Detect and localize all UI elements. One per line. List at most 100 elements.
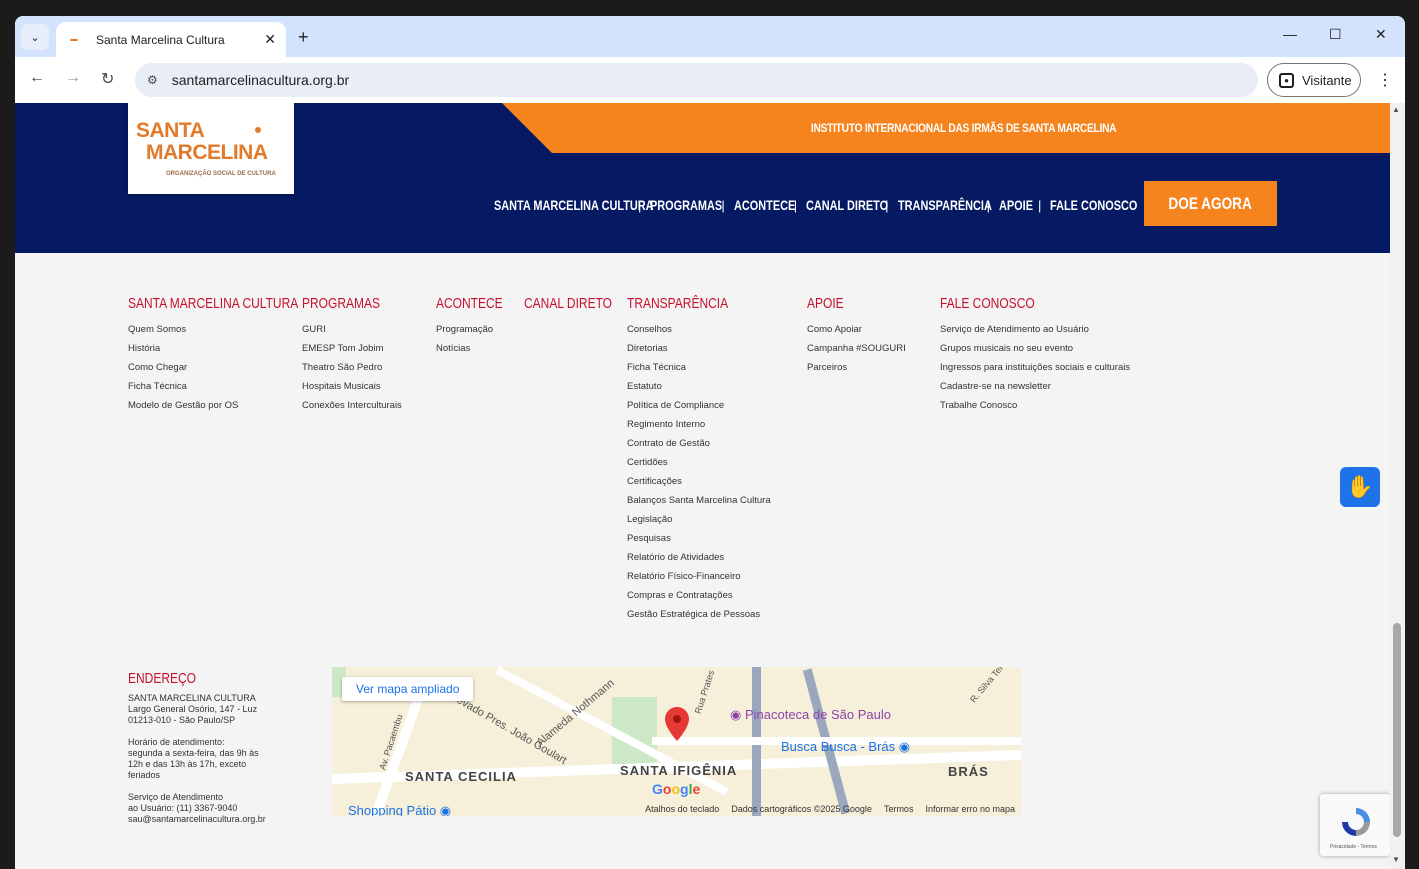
footer-link[interactable]: Ficha Técnica [627, 358, 771, 377]
map-terms-link[interactable]: Termos [884, 804, 914, 814]
scroll-down-icon[interactable]: ▼ [1392, 855, 1400, 864]
nav-fale-conosco[interactable]: FALE CONOSCO [1050, 197, 1137, 213]
footer-link[interactable]: Diretorias [627, 339, 771, 358]
hours-line: feriados [128, 770, 161, 780]
minimize-icon[interactable]: — [1283, 26, 1297, 42]
donate-button[interactable]: DOE AGORA [1144, 181, 1277, 226]
report-error-link[interactable]: Informar erro no mapa [925, 804, 1015, 814]
footer-link[interactable]: Hospitais Musicais [302, 377, 402, 396]
footer-link[interactable]: Parceiros [807, 358, 906, 377]
maximize-icon[interactable]: ☐ [1329, 26, 1342, 43]
nav-santa-marcelina-cultura[interactable]: SANTA MARCELINA CULTURA [494, 197, 654, 213]
footer-link[interactable]: Ingressos para instituições sociais e cu… [940, 358, 1130, 377]
map-poi-busca[interactable]: Busca Busca - Brás ◉ [781, 739, 910, 755]
footer-link[interactable]: Serviço de Atendimento ao Usuário [940, 320, 1130, 339]
footer-link[interactable]: GURI [302, 320, 402, 339]
tab-close-icon[interactable]: ✕ [264, 31, 276, 48]
new-tab-button[interactable]: + [298, 27, 309, 48]
footer-link[interactable]: Gestão Estratégica de Pessoas [627, 605, 771, 624]
map-copyright: Dados cartográficos ©2025 Google [731, 804, 872, 814]
nav-apoie[interactable]: APOIE [999, 197, 1033, 213]
footer-link[interactable]: Contrato de Gestão [627, 434, 771, 453]
sau-phone[interactable]: ao Usuário: (11) 3367-9040 [128, 803, 237, 813]
map-poi-shopping[interactable]: Shopping Pátio ◉ [348, 803, 451, 816]
footer-link[interactable]: Relatório de Atividades [627, 548, 771, 567]
logo-dot [255, 127, 261, 133]
scrollbar-thumb[interactable] [1393, 623, 1401, 837]
profile-icon: ● [1279, 72, 1294, 88]
footer-link[interactable]: Campanha #SOUGURI [807, 339, 906, 358]
main-nav: SANTA MARCELINA CULTURA | PROGRAMAS | AC… [494, 197, 1138, 213]
footer-link[interactable]: Relatório Físico-Financeiro [627, 567, 771, 586]
sau-email[interactable]: sau@santamarcelinacultura.org.br [128, 814, 266, 824]
footer-link[interactable]: Programação [436, 320, 519, 339]
footer-link[interactable]: EMESP Tom Jobim [302, 339, 402, 358]
poi-label: Shopping Pátio [348, 803, 437, 816]
recaptcha-badge[interactable]: Privacidade - Termos [1320, 794, 1390, 856]
footer-link[interactable]: Notícias [436, 339, 519, 358]
nav-transparencia[interactable]: TRANSPARÊNCIA [898, 197, 992, 213]
footer-link[interactable]: Theatro São Pedro [302, 358, 402, 377]
footer-link[interactable]: Trabalhe Conosco [940, 396, 1130, 415]
footer-link[interactable]: Conexões Interculturais [302, 396, 402, 415]
footer-col-title[interactable]: SANTA MARCELINA CULTURA [128, 295, 298, 313]
map-pin-icon[interactable] [665, 707, 689, 741]
tab-search-button[interactable]: ⌄ [21, 24, 49, 50]
address-bar[interactable]: ⚙ santamarcelinacultura.org.br [135, 63, 1258, 97]
footer-link[interactable]: Estatuto [627, 377, 771, 396]
keyboard-shortcuts-link[interactable]: Atalhos do teclado [645, 804, 719, 814]
poi-label: Pinacoteca de São Paulo [744, 707, 891, 722]
back-icon[interactable]: ← [29, 69, 45, 87]
recaptcha-text[interactable]: Privacidade - Termos [1330, 844, 1377, 850]
map-poi-pinacoteca[interactable]: ◉ Pinacoteca de São Paulo [730, 707, 891, 723]
recaptcha-icon [1342, 808, 1370, 836]
close-window-icon[interactable]: ✕ [1375, 26, 1387, 43]
footer-col-transparencia: TRANSPARÊNCIA Conselhos Diretorias Ficha… [627, 295, 771, 624]
site-logo[interactable]: SANTA MARCELINA ORGANIZAÇÃO SOCIAL DE CU… [128, 103, 294, 194]
footer-link[interactable]: Legislação [627, 510, 771, 529]
tab-title: Santa Marcelina Cultura [96, 32, 225, 47]
footer-col-title[interactable]: TRANSPARÊNCIA [627, 295, 742, 313]
footer-col-title[interactable]: CANAL DIRETO [524, 295, 612, 313]
footer-col-title[interactable]: ACONTECE [436, 295, 503, 313]
poi-label: Busca Busca - Brás [781, 739, 896, 754]
footer-link[interactable]: Política de Compliance [627, 396, 771, 415]
hours-line: segunda a sexta-feira, das 9h às [128, 748, 259, 758]
menu-kebab-icon[interactable]: ⋮ [1377, 70, 1393, 90]
site-info-icon[interactable]: ⚙ [147, 73, 158, 87]
footer-link[interactable]: Certificações [627, 472, 771, 491]
shopping-icon: ◉ [436, 803, 452, 816]
footer-link[interactable]: Cadastre-se na newsletter [940, 377, 1130, 396]
profile-button[interactable]: ● Visitante [1267, 63, 1361, 97]
scroll-up-icon[interactable]: ▲ [1392, 105, 1400, 114]
footer-col-title[interactable]: PROGRAMAS [302, 295, 382, 313]
forward-icon[interactable]: → [65, 69, 81, 87]
footer-link[interactable]: Certidões [627, 453, 771, 472]
map-area-label: SANTA CECILIA [405, 769, 517, 784]
nav-acontece[interactable]: ACONTECE [734, 197, 795, 213]
reload-icon[interactable]: ↻ [101, 69, 114, 89]
footer-col-title[interactable]: APOIE [807, 295, 886, 313]
institute-link[interactable]: INSTITUTO INTERNACIONAL DAS IRMÃS DE SAN… [811, 121, 1117, 135]
nav-canal-direto[interactable]: CANAL DIRETO [806, 197, 888, 213]
footer-col-canal-direto: CANAL DIRETO [524, 295, 634, 320]
active-tab[interactable]: ▬ Santa Marcelina Cultura ✕ [56, 22, 286, 57]
accessibility-sign-language-button[interactable]: ✋ [1340, 467, 1380, 507]
address-title: ENDEREÇO [128, 670, 197, 687]
footer-link[interactable]: Pesquisas [627, 529, 771, 548]
footer-link[interactable]: Balanços Santa Marcelina Cultura [627, 491, 771, 510]
footer-link[interactable]: Regimento Interno [627, 415, 771, 434]
footer-link[interactable]: Grupos musicais no seu evento [940, 339, 1130, 358]
footer-col-apoie: APOIE Como Apoiar Campanha #SOUGURI Parc… [807, 295, 906, 377]
footer-link[interactable]: Conselhos [627, 320, 771, 339]
url-text: santamarcelinacultura.org.br [171, 72, 350, 88]
hours-line: Horário de atendimento: [128, 737, 225, 747]
view-larger-map-link[interactable]: Ver mapa ampliado [342, 677, 474, 701]
embedded-map[interactable]: Alameda Nothmann Elevado Pres. João Goul… [332, 667, 1021, 816]
browser-toolbar: ← → ↻ ⚙ santamarcelinacultura.org.br ● V… [15, 57, 1405, 103]
footer-link[interactable]: Compras e Contratações [627, 586, 771, 605]
footer-link[interactable]: Como Apoiar [807, 320, 906, 339]
page-scrollbar[interactable]: ▲ ▼ [1390, 103, 1405, 869]
footer-col-title[interactable]: FALE CONOSCO [940, 295, 1092, 313]
nav-programas[interactable]: PROGRAMAS [650, 197, 722, 213]
